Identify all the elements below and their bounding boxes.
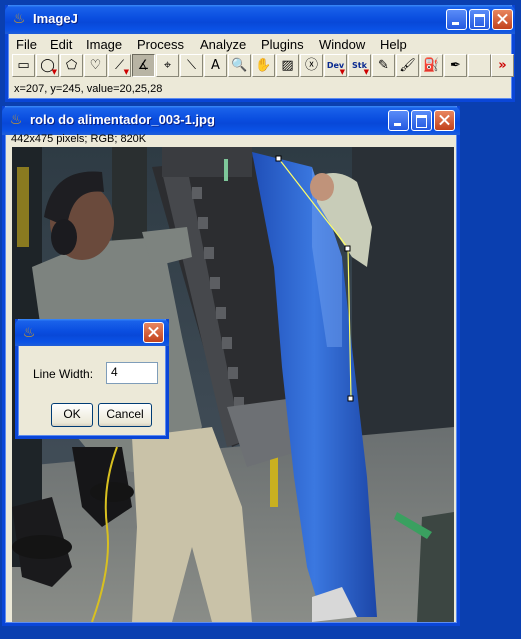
more-tools-icon: » — [498, 58, 507, 73]
image-minimize-button[interactable] — [388, 110, 409, 131]
dropper-tool-icon: ✒ — [450, 58, 461, 73]
menu-analyze[interactable]: Analyze — [200, 37, 246, 52]
line-width-label: Line Width: — [33, 367, 94, 381]
pencil-tool-icon: ✎ — [378, 58, 389, 73]
menu-help[interactable]: Help — [380, 37, 407, 52]
freehand-tool-icon: ♡ — [89, 58, 102, 73]
more-tools-button[interactable]: » — [491, 54, 514, 77]
maximize-icon — [412, 111, 431, 130]
menu-image[interactable]: Image — [86, 37, 122, 52]
stk-tool-button[interactable]: Stk ▼ — [348, 54, 371, 77]
hand-tool-button[interactable]: ✋ — [252, 54, 275, 77]
maximize-button[interactable] — [469, 9, 490, 30]
dialog-close-button[interactable] — [143, 322, 164, 343]
hand-tool-icon: ✋ — [255, 58, 272, 73]
menu-file[interactable]: File — [16, 37, 37, 52]
imagej-app-icon: ♨ — [12, 11, 26, 27]
main-titlebar[interactable]: ♨ ImageJ — [5, 5, 515, 34]
point-tool-icon: ⌖ — [163, 58, 172, 73]
pencil-tool-button[interactable]: ✎ — [372, 54, 395, 77]
image-info: 442x475 pixels; RGB; 820K — [11, 133, 147, 145]
rectangle-tool-icon: ▭ — [17, 58, 30, 73]
oval-tool-button[interactable]: ◯ ▼ — [36, 54, 59, 77]
menu-bar: File Edit Image Process Analyze Plugins … — [8, 34, 512, 54]
dev-tool-button[interactable]: Dev ▼ — [324, 54, 347, 77]
freehand-tool-button[interactable]: ♡ — [84, 54, 107, 77]
polygon-tool-button[interactable]: ⬠ — [60, 54, 83, 77]
minimize-icon — [389, 111, 408, 130]
line-width-input[interactable]: 4 — [106, 362, 158, 384]
maximize-icon — [470, 10, 489, 29]
wand-tool-icon: ⟍ — [186, 58, 197, 73]
polygon-tool-icon: ⬠ — [65, 58, 78, 73]
flood-fill-tool-button[interactable]: ⛽ — [420, 54, 443, 77]
angle-tool-button[interactable]: ∡ — [132, 54, 155, 77]
brush-tool-icon: 🖌 — [399, 58, 416, 73]
color-picker-tool-button[interactable]: ▨ — [276, 54, 299, 77]
image-close-button[interactable] — [434, 110, 455, 131]
ok-button[interactable]: OK — [51, 403, 93, 427]
rectangle-tool-button[interactable]: ▭ — [12, 54, 35, 77]
minimize-icon — [447, 10, 466, 29]
brush-tool-button[interactable]: 🖌 — [396, 54, 419, 77]
magnifier-tool-icon: 🔍 — [231, 58, 248, 73]
point-tool-button[interactable]: ⌖ — [156, 54, 179, 77]
main-window-title: ImageJ — [33, 11, 78, 26]
dropdown-arrow-icon: ▼ — [123, 68, 129, 76]
dropdown-arrow-icon: ▼ — [51, 68, 57, 76]
menu-process[interactable]: Process — [137, 37, 184, 52]
image-window-title: rolo do alimentador_003-1.jpg — [30, 112, 215, 127]
line-width-dialog: ♨ Line Width: 4 OK Cancel — [15, 319, 169, 439]
stop-tool-button[interactable]: ⓧ — [300, 54, 323, 77]
image-maximize-button[interactable] — [411, 110, 432, 131]
magnifier-tool-button[interactable]: 🔍 — [228, 54, 251, 77]
close-button[interactable] — [492, 9, 513, 30]
color-picker-tool-icon: ▨ — [281, 58, 294, 73]
text-tool-button[interactable]: A — [204, 54, 227, 77]
dialog-titlebar[interactable]: ♨ — [15, 319, 169, 346]
close-icon — [435, 111, 454, 130]
image-titlebar[interactable]: ♨ rolo do alimentador_003-1.jpg — [2, 106, 460, 135]
minimize-button[interactable] — [446, 9, 467, 30]
text-tool-icon: A — [211, 58, 220, 73]
imagej-main-window: ♨ ImageJ File Edit Image Process Analyze… — [5, 5, 515, 102]
angle-tool-icon: ∡ — [137, 58, 150, 73]
dialog-app-icon: ♨ — [22, 325, 36, 341]
menu-plugins[interactable]: Plugins — [261, 37, 304, 52]
flood-fill-tool-icon: ⛽ — [423, 58, 440, 73]
line-tool-button[interactable]: ⟋ ▼ — [108, 54, 131, 77]
empty-tool-slot-button[interactable] — [468, 54, 491, 77]
close-icon — [493, 10, 512, 29]
close-icon — [144, 323, 163, 342]
stop-tool-icon: ⓧ — [304, 58, 318, 73]
menu-window[interactable]: Window — [319, 37, 365, 52]
image-window-icon: ♨ — [9, 112, 23, 128]
dropdown-arrow-icon: ▼ — [339, 68, 345, 76]
dropdown-arrow-icon: ▼ — [363, 68, 369, 76]
cancel-button[interactable]: Cancel — [98, 403, 152, 427]
dropper-tool-button[interactable]: ✒ — [444, 54, 467, 77]
menu-edit[interactable]: Edit — [50, 37, 72, 52]
wand-tool-button[interactable]: ⟍ — [180, 54, 203, 77]
status-line: x=207, y=245, value=20,25,28 — [14, 83, 163, 95]
